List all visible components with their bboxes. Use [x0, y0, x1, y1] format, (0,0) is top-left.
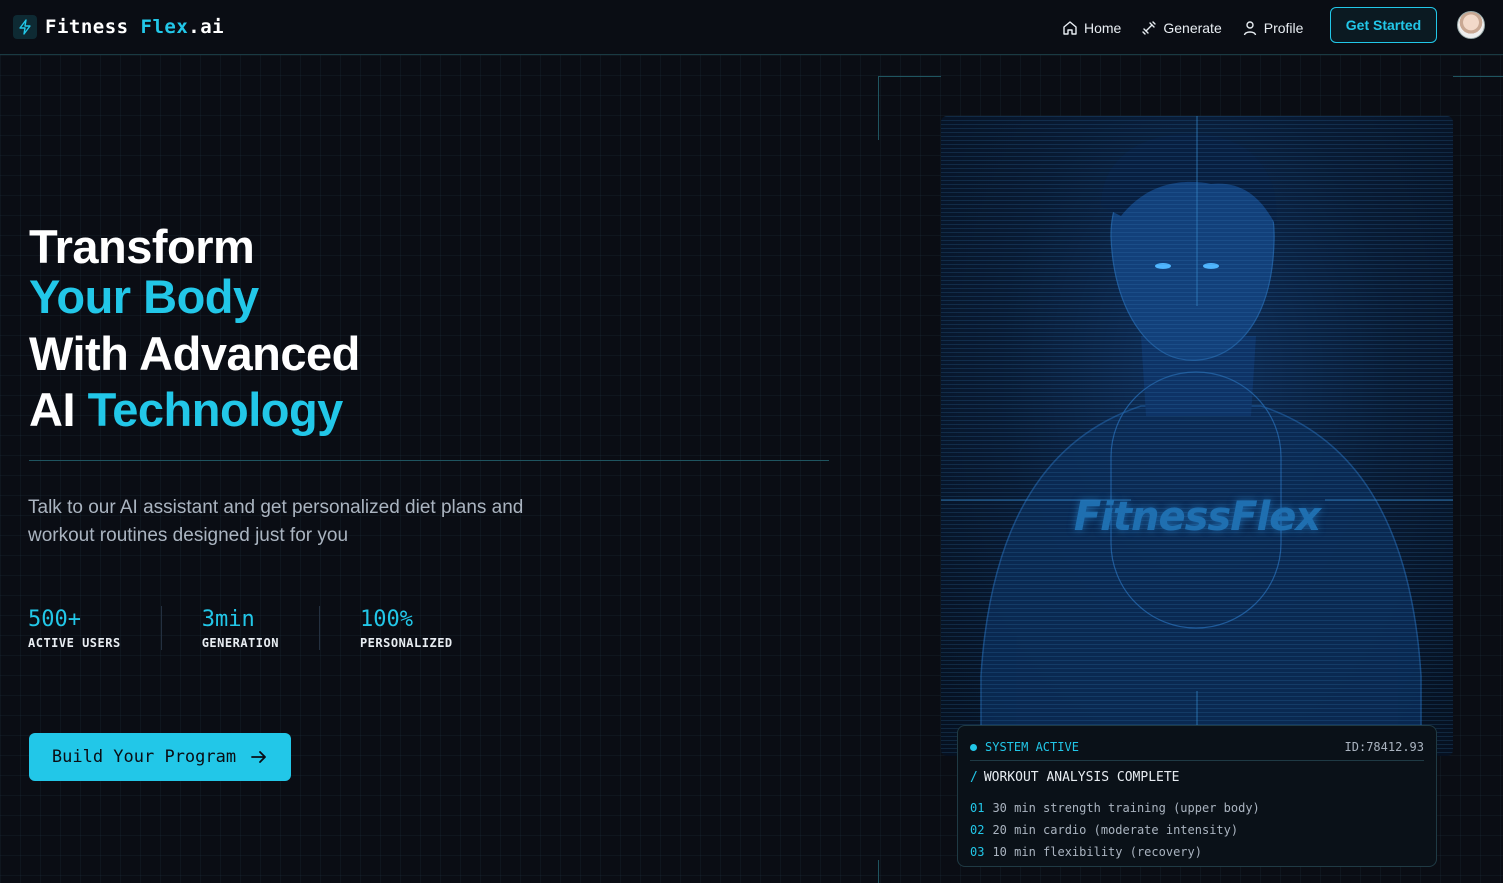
nav-profile[interactable]: Profile: [1242, 19, 1304, 36]
stat-active-users: 500+ ACTIVE USERS: [28, 606, 161, 650]
avatar[interactable]: [1457, 11, 1485, 39]
status-card-heading: / WORKOUT ANALYSIS COMPLETE: [970, 770, 1180, 785]
item-text: 20 min cardio (moderate intensity): [992, 823, 1239, 837]
headline-ai: AI: [29, 383, 88, 436]
brand-name-part1: Fitness: [45, 16, 141, 38]
status-id: ID:78412.93: [1344, 740, 1424, 754]
frame-corner-line: [1453, 76, 1503, 77]
scanline-overlay: [941, 116, 1453, 756]
item-text: 10 min flexibility (recovery): [992, 845, 1202, 859]
heading-text: WORKOUT ANALYSIS COMPLETE: [983, 770, 1180, 785]
headline-line-3: With Advanced: [29, 327, 360, 380]
brand-name: Fitness Flex.ai: [45, 16, 224, 38]
stat-value: 3min: [201, 607, 255, 632]
status-dot-icon: [970, 743, 977, 751]
frame-corner-line: [878, 76, 879, 140]
stats-row: 500+ ACTIVE USERS 3min GENERATION 100% P…: [28, 606, 493, 650]
headline-line-1: Transform: [29, 220, 255, 273]
stat-personalized: 100% PERSONALIZED: [318, 606, 493, 650]
build-program-button[interactable]: Build Your Program: [29, 733, 291, 781]
workout-list: 01 30 min strength training (upper body) …: [970, 797, 1260, 863]
brand-name-part3: .ai: [188, 16, 225, 38]
build-program-label: Build Your Program: [51, 747, 237, 767]
headline-line-4: AI Technology: [29, 385, 360, 435]
home-icon: [1063, 20, 1077, 35]
user-icon: [1243, 20, 1256, 35]
stat-label: ACTIVE USERS: [28, 636, 121, 650]
frame-corner-line: [878, 76, 941, 77]
item-number: 03: [970, 845, 985, 859]
list-item: 03 10 min flexibility (recovery): [970, 841, 1260, 863]
nav-generate[interactable]: Generate: [1141, 19, 1222, 36]
hero-image: FitnessFlex: [941, 116, 1453, 756]
top-nav: Fitness Flex.ai Home Generate Profile Ge…: [0, 0, 1503, 55]
stat-label: GENERATION: [201, 636, 279, 650]
get-started-button[interactable]: Get Started: [1330, 7, 1437, 43]
hero-subtitle: Talk to our AI assistant and get persona…: [28, 497, 524, 546]
lightning-icon: [13, 15, 37, 39]
nav-home[interactable]: Home: [1062, 20, 1121, 36]
status-card: SYSTEM ACTIVE ID:78412.93 / WORKOUT ANALY…: [957, 725, 1437, 867]
hero-headline: Transform Your Body With Advanced AI Tec…: [29, 222, 360, 435]
nav-profile-label: Profile: [1263, 19, 1304, 36]
stat-value: 500+: [28, 607, 81, 632]
stat-value: 100%: [359, 607, 413, 632]
item-number: 01: [970, 801, 985, 815]
arrow-right-icon: [251, 751, 267, 763]
nav-home-label: Home: [1084, 19, 1122, 36]
system-status: SYSTEM ACTIVE: [970, 740, 1079, 754]
stat-generation: 3min GENERATION: [160, 606, 319, 650]
brand-name-part2: Flex: [140, 16, 189, 38]
system-status-label: SYSTEM ACTIVE: [985, 740, 1079, 754]
nav-links: Home Generate Profile: [1062, 0, 1323, 55]
list-item: 01 30 min strength training (upper body): [970, 797, 1260, 819]
nav-generate-label: Generate: [1163, 19, 1222, 36]
item-number: 02: [970, 823, 985, 837]
headline-technology: Technology: [87, 383, 344, 436]
headline-line-2: Your Body: [29, 270, 259, 323]
stat-label: PERSONALIZED: [359, 636, 453, 650]
hero-divider: [29, 460, 829, 461]
frame-corner-line: [878, 860, 879, 883]
brand-logo[interactable]: Fitness Flex.ai: [13, 15, 224, 39]
list-item: 02 20 min cardio (moderate intensity): [970, 819, 1260, 841]
item-text: 30 min strength training (upper body): [992, 801, 1260, 815]
heading-slash: /: [970, 770, 978, 785]
image-watermark: FitnessFlex: [1073, 494, 1321, 540]
status-card-header: SYSTEM ACTIVE ID:78412.93: [970, 740, 1424, 754]
dumbbell-icon: [1142, 20, 1157, 35]
status-card-divider: [970, 760, 1424, 761]
